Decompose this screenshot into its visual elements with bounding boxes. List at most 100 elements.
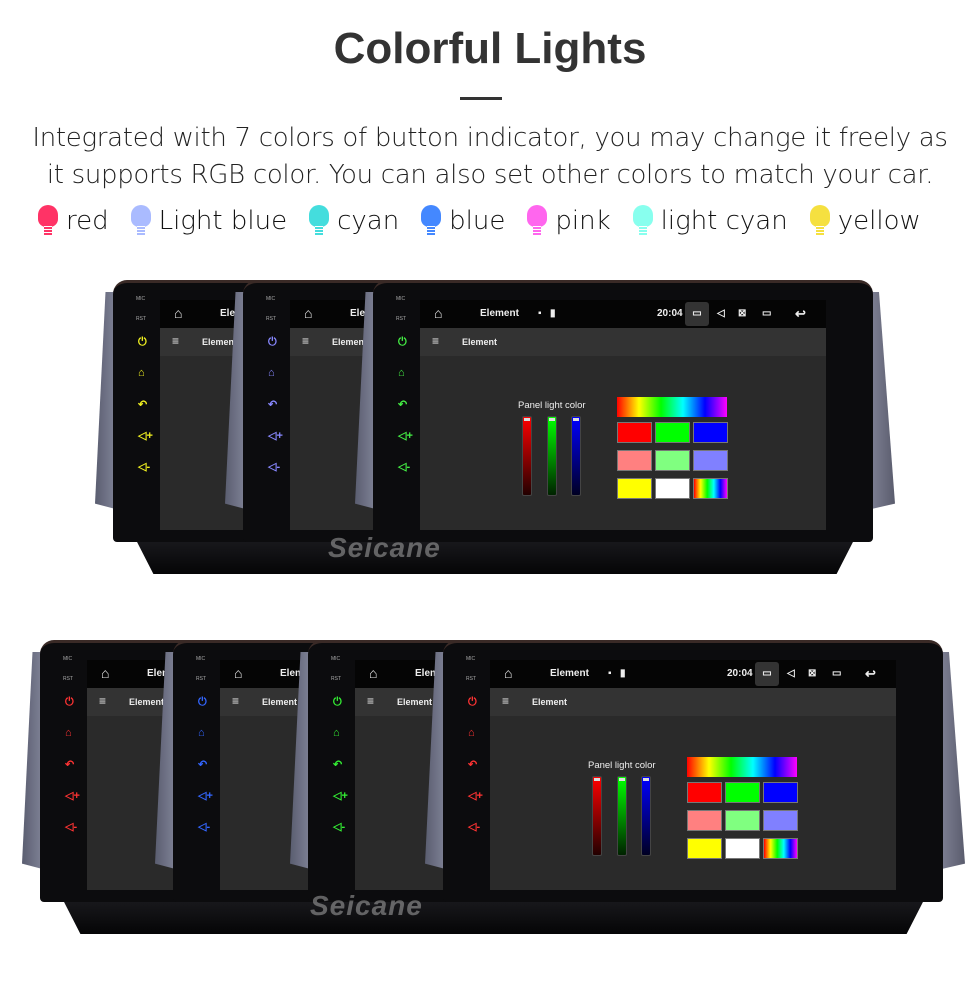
home-icon[interactable]: ⌂ — [101, 665, 109, 681]
color-swatch[interactable] — [693, 450, 728, 471]
menu-icon[interactable]: ≡ — [502, 694, 509, 708]
close-app-icon[interactable]: ⊠ — [738, 308, 746, 319]
home-icon[interactable]: ⌂ — [434, 305, 442, 321]
color-swatch[interactable] — [687, 838, 722, 859]
legend-label: yellow — [837, 206, 921, 236]
color-swatch[interactable] — [725, 810, 760, 831]
volume-down-icon[interactable]: ◁- — [198, 820, 210, 833]
legend-item: red — [38, 205, 109, 237]
menu-icon[interactable]: ≡ — [99, 694, 106, 708]
back-icon[interactable]: ↶ — [65, 758, 74, 771]
menu-icon[interactable]: ≡ — [232, 694, 239, 708]
green-slider[interactable] — [547, 416, 557, 496]
back-icon[interactable]: ↶ — [268, 398, 277, 411]
power-icon[interactable]: ⏻ — [333, 696, 342, 709]
menu-icon[interactable]: ≡ — [432, 334, 439, 348]
color-swatch[interactable] — [725, 782, 760, 803]
red-slider[interactable] — [522, 416, 532, 496]
color-swatch[interactable] — [763, 782, 798, 803]
back-icon[interactable]: ↶ — [198, 758, 207, 771]
home-icon[interactable]: ⌂ — [268, 367, 275, 379]
home-icon[interactable]: ⌂ — [234, 665, 242, 681]
back-icon[interactable]: ↶ — [398, 398, 407, 411]
menu-icon[interactable]: ≡ — [302, 334, 309, 348]
light-bulb-icon — [809, 205, 830, 237]
light-bulb-icon — [309, 205, 330, 237]
legend-item: Light blue — [130, 205, 287, 237]
volume-up-icon[interactable]: ◁+ — [468, 789, 483, 802]
panel-light-label: Panel light color — [518, 400, 586, 411]
menu-icon[interactable]: ≡ — [172, 334, 179, 348]
menu-icon[interactable]: ≡ — [367, 694, 374, 708]
color-swatch[interactable] — [655, 478, 690, 499]
volume-up-icon[interactable]: ◁+ — [333, 789, 348, 802]
home-icon[interactable]: ⌂ — [65, 727, 72, 739]
power-icon[interactable]: ⏻ — [138, 336, 147, 349]
light-bulb-icon — [130, 205, 151, 237]
panel-light-label: Panel light color — [588, 760, 656, 771]
volume-down-icon[interactable]: ◁- — [398, 460, 410, 473]
blue-slider[interactable] — [571, 416, 581, 496]
mic-label: MIC — [331, 656, 341, 662]
volume-up-icon[interactable]: ◁+ — [138, 429, 153, 442]
color-spectrum[interactable] — [687, 757, 797, 777]
color-swatch[interactable] — [693, 478, 728, 499]
color-spectrum[interactable] — [617, 397, 727, 417]
home-icon[interactable]: ⌂ — [198, 727, 205, 739]
color-swatch[interactable] — [617, 450, 652, 471]
volume-down-icon[interactable]: ◁- — [268, 460, 280, 473]
volume-down-icon[interactable]: ◁- — [65, 820, 77, 833]
color-swatch[interactable] — [617, 478, 652, 499]
color-swatch[interactable] — [693, 422, 728, 443]
color-swatch[interactable] — [655, 422, 690, 443]
head-unit: MIC RST ⏻ ⌂ ↶ ◁+ ◁- ⌂ Element ▪ ▮ 20:04 ▭ ◁ ⊠ … — [355, 280, 895, 575]
green-slider[interactable] — [617, 776, 627, 856]
color-swatch[interactable] — [763, 838, 798, 859]
color-swatch[interactable] — [725, 838, 760, 859]
home-icon[interactable]: ⌂ — [333, 727, 340, 739]
power-icon[interactable]: ⏻ — [268, 336, 277, 349]
home-icon[interactable]: ⌂ — [138, 367, 145, 379]
color-swatch[interactable] — [687, 810, 722, 831]
unit-base — [395, 538, 855, 574]
screenshot-icon[interactable]: ▭ — [755, 662, 779, 686]
red-slider[interactable] — [592, 776, 602, 856]
power-icon[interactable]: ⏻ — [65, 696, 74, 709]
back-icon[interactable]: ↩ — [795, 306, 806, 322]
back-icon[interactable]: ↶ — [333, 758, 342, 771]
volume-up-icon[interactable]: ◁+ — [198, 789, 213, 802]
power-icon[interactable]: ⏻ — [398, 336, 407, 349]
volume-icon[interactable]: ◁ — [717, 308, 725, 319]
power-icon[interactable]: ⏻ — [468, 696, 477, 709]
close-app-icon[interactable]: ⊠ — [808, 668, 816, 679]
unit-base — [465, 898, 925, 934]
mic-label: MIC — [196, 656, 206, 662]
volume-down-icon[interactable]: ◁- — [468, 820, 480, 833]
home-icon[interactable]: ⌂ — [174, 305, 182, 321]
volume-up-icon[interactable]: ◁+ — [268, 429, 283, 442]
multitask-icon[interactable]: ▭ — [762, 308, 771, 319]
home-icon[interactable]: ⌂ — [504, 665, 512, 681]
power-icon[interactable]: ⏻ — [198, 696, 207, 709]
volume-icon[interactable]: ◁ — [787, 668, 795, 679]
multitask-icon[interactable]: ▭ — [832, 668, 841, 679]
volume-up-icon[interactable]: ◁+ — [65, 789, 80, 802]
status-title: Element — [480, 308, 519, 319]
home-icon[interactable]: ⌂ — [369, 665, 377, 681]
color-swatch[interactable] — [687, 782, 722, 803]
color-swatch[interactable] — [617, 422, 652, 443]
home-icon[interactable]: ⌂ — [468, 727, 475, 739]
screenshot-icon[interactable]: ▭ — [685, 302, 709, 326]
back-icon[interactable]: ↶ — [138, 398, 147, 411]
volume-down-icon[interactable]: ◁- — [138, 460, 150, 473]
home-icon[interactable]: ⌂ — [398, 367, 405, 379]
volume-down-icon[interactable]: ◁- — [333, 820, 345, 833]
home-icon[interactable]: ⌂ — [304, 305, 312, 321]
color-swatch[interactable] — [655, 450, 690, 471]
back-icon[interactable]: ↩ — [865, 666, 876, 682]
back-icon[interactable]: ↶ — [468, 758, 477, 771]
blue-slider[interactable] — [641, 776, 651, 856]
color-swatch[interactable] — [763, 810, 798, 831]
volume-up-icon[interactable]: ◁+ — [398, 429, 413, 442]
title-divider — [460, 97, 502, 100]
